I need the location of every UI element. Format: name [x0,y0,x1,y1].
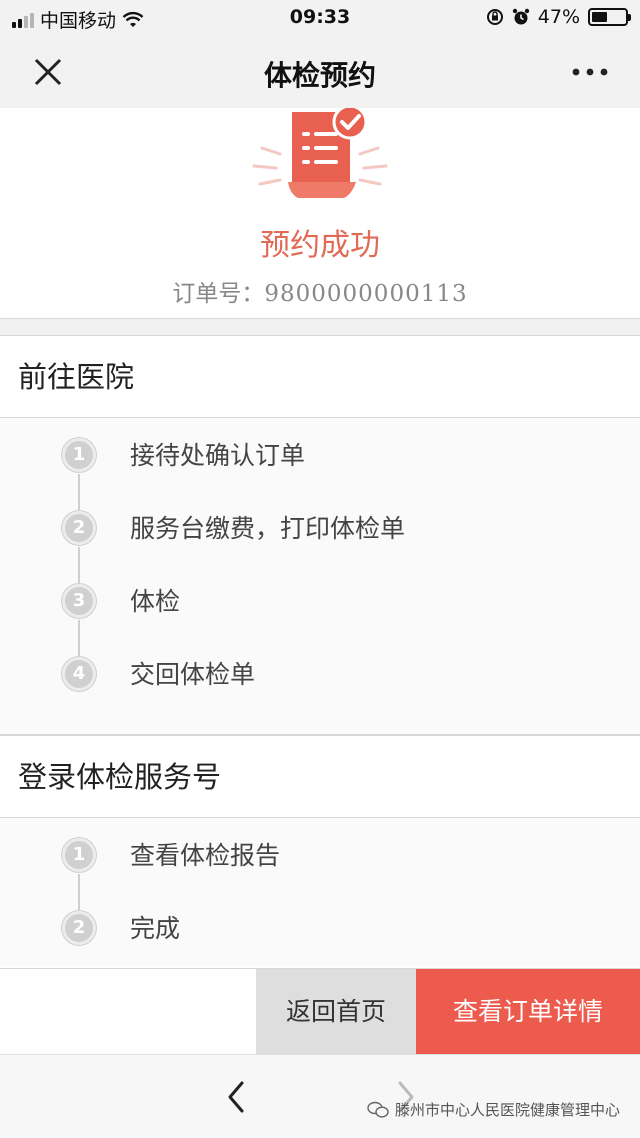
battery-percent: 47% [537,6,580,28]
status-right: 47% [486,6,631,28]
success-title: 预约成功 [260,228,380,263]
step-list: 1 接待处确认订单 2 服务台缴费，打印体检单 3 体检 4 交回体检单 [0,418,640,734]
order-number: 9800000000113 [264,281,468,307]
success-panel: 预约成功 订单号：9800000000113 [0,108,640,318]
status-bar: 中国移动 09:33 47% [0,0,640,36]
battery-icon [588,8,631,26]
chevron-left-icon[interactable] [222,1079,250,1115]
step-number: 1 [62,438,96,472]
section-divider [0,318,640,336]
battery-level-fill [592,12,608,22]
step-number: 1 [62,838,96,872]
section-title: 前往医院 [0,336,640,418]
document-check-icon [252,108,388,198]
step-number: 4 [62,657,96,691]
step-label: 交回体检单 [130,660,256,689]
step-connector [78,874,80,910]
step-connector [78,547,80,583]
browser-toolbar: 滕州市中心人民医院健康管理中心 [0,1054,640,1138]
action-bar: 返回首页 查看订单详情 [0,968,640,1055]
watermark-text: 滕州市中心人民医院健康管理中心 [394,1101,620,1119]
page-title: 体检预约 [263,59,376,92]
wechat-icon [367,1101,389,1118]
step-item: 1 查看体检报告 [0,836,640,876]
order-label: 订单号： [172,281,265,307]
section-go-to-hospital: 前往医院 1 接待处确认订单 2 服务台缴费，打印体检单 3 体检 4 交回体检… [0,336,640,734]
section-title: 登录体检服务号 [0,736,640,818]
order-line: 订单号：9800000000113 [0,274,640,308]
section-login-service: 登录体检服务号 1 查看体检报告 2 完成 [0,736,640,966]
step-label: 查看体检报告 [130,841,281,870]
step-connector [78,474,80,510]
step-number: 3 [62,584,96,618]
back-home-button[interactable]: 返回首页 [256,969,416,1055]
step-number: 2 [62,911,96,945]
more-icon[interactable] [570,54,610,90]
step-label: 接待处确认订单 [130,441,306,470]
step-number: 2 [62,511,96,545]
alarm-icon [512,8,529,25]
step-item: 4 交回体检单 [0,655,640,695]
step-item: 1 接待处确认订单 [0,436,640,476]
step-list: 1 查看体检报告 2 完成 [0,818,640,966]
step-label: 完成 [130,914,181,943]
step-item: 3 体检 [0,582,640,622]
step-label: 服务台缴费，打印体检单 [130,514,406,543]
step-label: 体检 [130,587,181,616]
nav-bar: 体检预约 [0,36,640,108]
watermark: 滕州市中心人民医院健康管理中心 [367,1099,620,1120]
step-item: 2 完成 [0,909,640,949]
step-connector [78,620,80,656]
view-order-detail-button[interactable]: 查看订单详情 [416,969,640,1055]
orientation-lock-icon [486,9,503,25]
step-item: 2 服务台缴费，打印体检单 [0,509,640,549]
